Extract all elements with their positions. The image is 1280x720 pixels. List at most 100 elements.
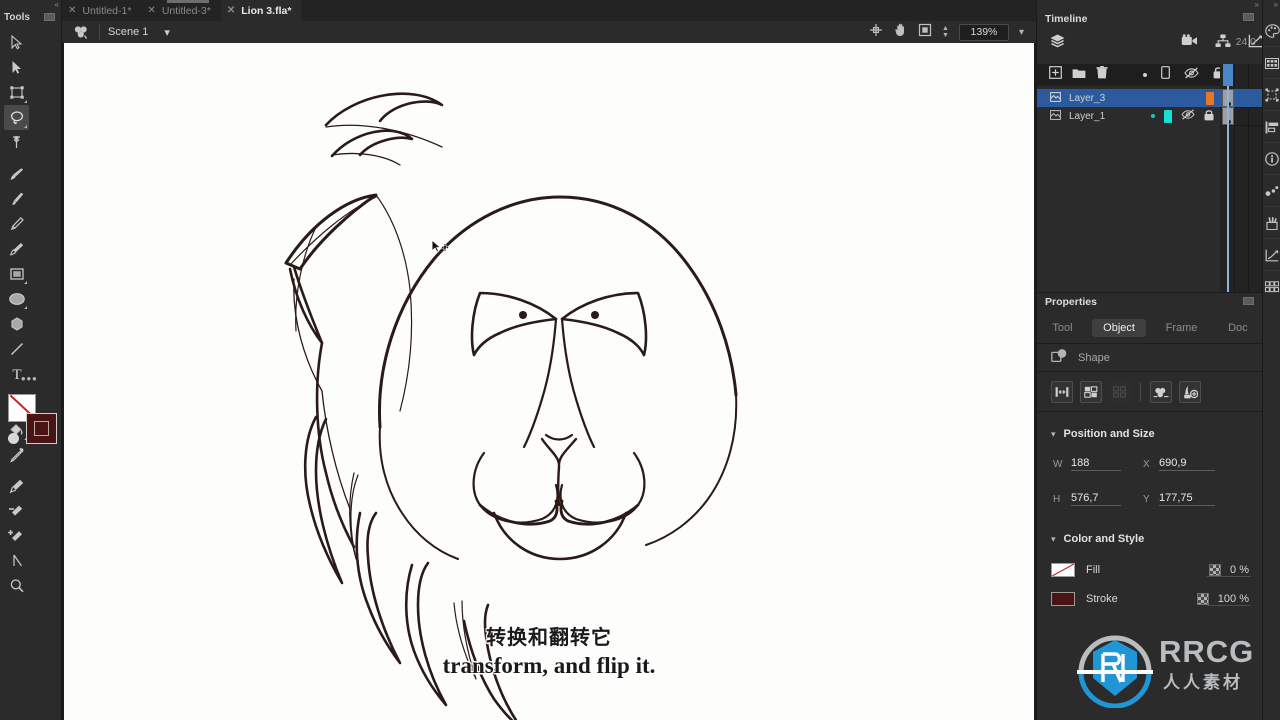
document-tab-lion-3[interactable]: ✕ Lion 3.fla* (220, 0, 302, 21)
chevron-down-icon[interactable]: ▾ (1051, 534, 1056, 545)
eyedropper-tool[interactable] (4, 442, 29, 467)
behaviors-panel-icon[interactable] (1263, 178, 1280, 204)
color-panel-icon[interactable] (1263, 18, 1280, 44)
transform-panel-icon[interactable] (1263, 82, 1280, 108)
timeline-panel-menu-icon[interactable] (1243, 13, 1254, 21)
chevron-down-icon[interactable]: ▾ (1051, 429, 1056, 440)
swap-colors-button[interactable] (8, 433, 19, 444)
layer-lock-icon[interactable] (1204, 109, 1214, 124)
zoom-stepper[interactable]: ▲ ▼ (942, 25, 949, 39)
outline-color-header-icon[interactable] (1143, 73, 1147, 77)
fit-stage-icon[interactable] (918, 23, 932, 42)
timeline-layer-row-layer-3[interactable]: Layer_3 (1037, 89, 1220, 107)
pen-tool[interactable] (4, 473, 29, 498)
stroke-color-swatch[interactable] (1051, 592, 1075, 606)
more-tools-icon[interactable]: ••• (21, 372, 38, 385)
x-input[interactable]: 690,9 (1159, 457, 1215, 471)
properties-panel-menu-icon[interactable] (1243, 297, 1254, 305)
timeline-collapse-icon[interactable]: » (1255, 1, 1260, 9)
scene-name-label[interactable]: Scene 1 (108, 26, 148, 38)
rectangle-tool[interactable] (4, 261, 29, 286)
brush-tool[interactable] (4, 186, 29, 211)
layer-color-chip[interactable] (1206, 91, 1214, 105)
document-tab-untitled-1[interactable]: ✕ Untitled-1* (62, 0, 141, 21)
lasso-tool[interactable] (4, 105, 29, 130)
add-anchor-tool[interactable] (4, 523, 29, 548)
delete-anchor-tool[interactable] (4, 498, 29, 523)
components-panel-icon[interactable] (1263, 274, 1280, 300)
layer-parenting-icon[interactable] (1215, 34, 1231, 53)
color-and-style-section-header[interactable]: ▾ Color and Style (1037, 528, 1263, 550)
visibility-header-icon[interactable] (1184, 66, 1199, 84)
chevron-down-icon[interactable]: ▾ (164, 26, 170, 39)
pencil-tool[interactable] (4, 211, 29, 236)
tab-frame[interactable]: Frame (1155, 319, 1209, 337)
align-panel-icon[interactable] (1263, 114, 1280, 140)
close-icon[interactable]: ✕ (147, 5, 155, 16)
animate-logo-icon[interactable] (72, 24, 90, 40)
chevron-down-icon[interactable]: ▾ (1019, 27, 1024, 38)
distribute-button[interactable] (1080, 381, 1102, 403)
free-transform-tool[interactable] (4, 80, 29, 105)
close-icon[interactable]: ✕ (227, 5, 235, 16)
canvas-area[interactable] (62, 43, 1036, 720)
lion-head-line-drawing[interactable] (64, 43, 1034, 720)
polystar-tool[interactable] (4, 311, 29, 336)
stage[interactable] (64, 43, 1034, 720)
tab-object[interactable]: Object (1092, 319, 1146, 337)
new-layer-button[interactable] (1049, 66, 1062, 84)
new-folder-button[interactable] (1072, 66, 1086, 84)
width-tool[interactable] (4, 236, 29, 261)
tools-collapse-icon[interactable]: « (55, 1, 60, 9)
zoom-tool[interactable] (4, 573, 29, 598)
fill-alpha-value[interactable]: 0 % (1230, 564, 1249, 576)
stroke-color-swatch[interactable] (26, 413, 57, 444)
timeline-playhead-head[interactable] (1223, 64, 1233, 86)
convert-anchor-tool[interactable] (4, 548, 29, 573)
stepper-up-icon[interactable]: ▲ (942, 25, 949, 32)
layer-color-chip[interactable] (1164, 109, 1172, 123)
layer-name[interactable]: Layer_1 (1069, 111, 1105, 122)
rail-collapse-icon[interactable]: » (1274, 1, 1279, 9)
tab-bar-drag-handle[interactable] (167, 0, 209, 3)
tab-tool[interactable]: Tool (1041, 319, 1083, 337)
subselection-tool[interactable] (4, 55, 29, 80)
layer-name[interactable]: Layer_3 (1069, 93, 1105, 104)
zoom-level-input[interactable]: 139% (958, 23, 1009, 41)
frame-rate-label[interactable]: 24,0 (1236, 36, 1256, 48)
h-input[interactable]: 576,7 (1071, 492, 1121, 506)
layer-visibility-off-icon[interactable] (1181, 109, 1195, 123)
graph-panel-icon[interactable] (1263, 242, 1280, 268)
library-panel-icon[interactable] (1263, 210, 1280, 236)
tools-panel-menu-icon[interactable] (44, 13, 55, 21)
stroke-alpha-value[interactable]: 100 % (1218, 593, 1249, 605)
info-panel-icon[interactable] (1263, 146, 1280, 172)
bone-tool[interactable] (4, 130, 29, 155)
align-horizontal-center-button[interactable] (1051, 381, 1073, 403)
swatches-panel-icon[interactable] (1263, 50, 1280, 76)
layer-outline-dot[interactable] (1151, 114, 1155, 118)
camera-icon[interactable] (1181, 34, 1198, 52)
fill-color-swatch[interactable] (1051, 563, 1075, 577)
tab-doc[interactable]: Doc (1217, 319, 1259, 337)
delete-layer-button[interactable] (1096, 66, 1108, 84)
selection-tool[interactable] (4, 30, 29, 55)
close-icon[interactable]: ✕ (68, 5, 76, 16)
line-tool[interactable] (4, 336, 29, 361)
center-stage-icon[interactable] (869, 23, 883, 42)
oval-tool[interactable] (4, 286, 29, 311)
paint-brush-tool[interactable] (4, 161, 29, 186)
document-tab-untitled-3[interactable]: ✕ Untitled-3* (141, 0, 220, 21)
convert-to-symbol-button[interactable] (1150, 381, 1172, 403)
position-and-size-section-header[interactable]: ▾ Position and Size (1037, 423, 1263, 445)
timeline-frames-area[interactable] (1220, 64, 1263, 292)
hand-tool-icon[interactable] (893, 22, 908, 42)
svg-text:T: T (12, 367, 21, 382)
layer-depth-icon[interactable] (1049, 33, 1066, 54)
layer-type-header-icon[interactable] (1161, 66, 1170, 84)
y-input[interactable]: 177,75 (1159, 492, 1215, 506)
stepper-down-icon[interactable]: ▼ (942, 32, 949, 39)
timeline-layer-row-layer-1[interactable]: Layer_1 (1037, 107, 1220, 125)
create-movieclip-button[interactable] (1179, 381, 1201, 403)
w-input[interactable]: 188 (1071, 457, 1121, 471)
